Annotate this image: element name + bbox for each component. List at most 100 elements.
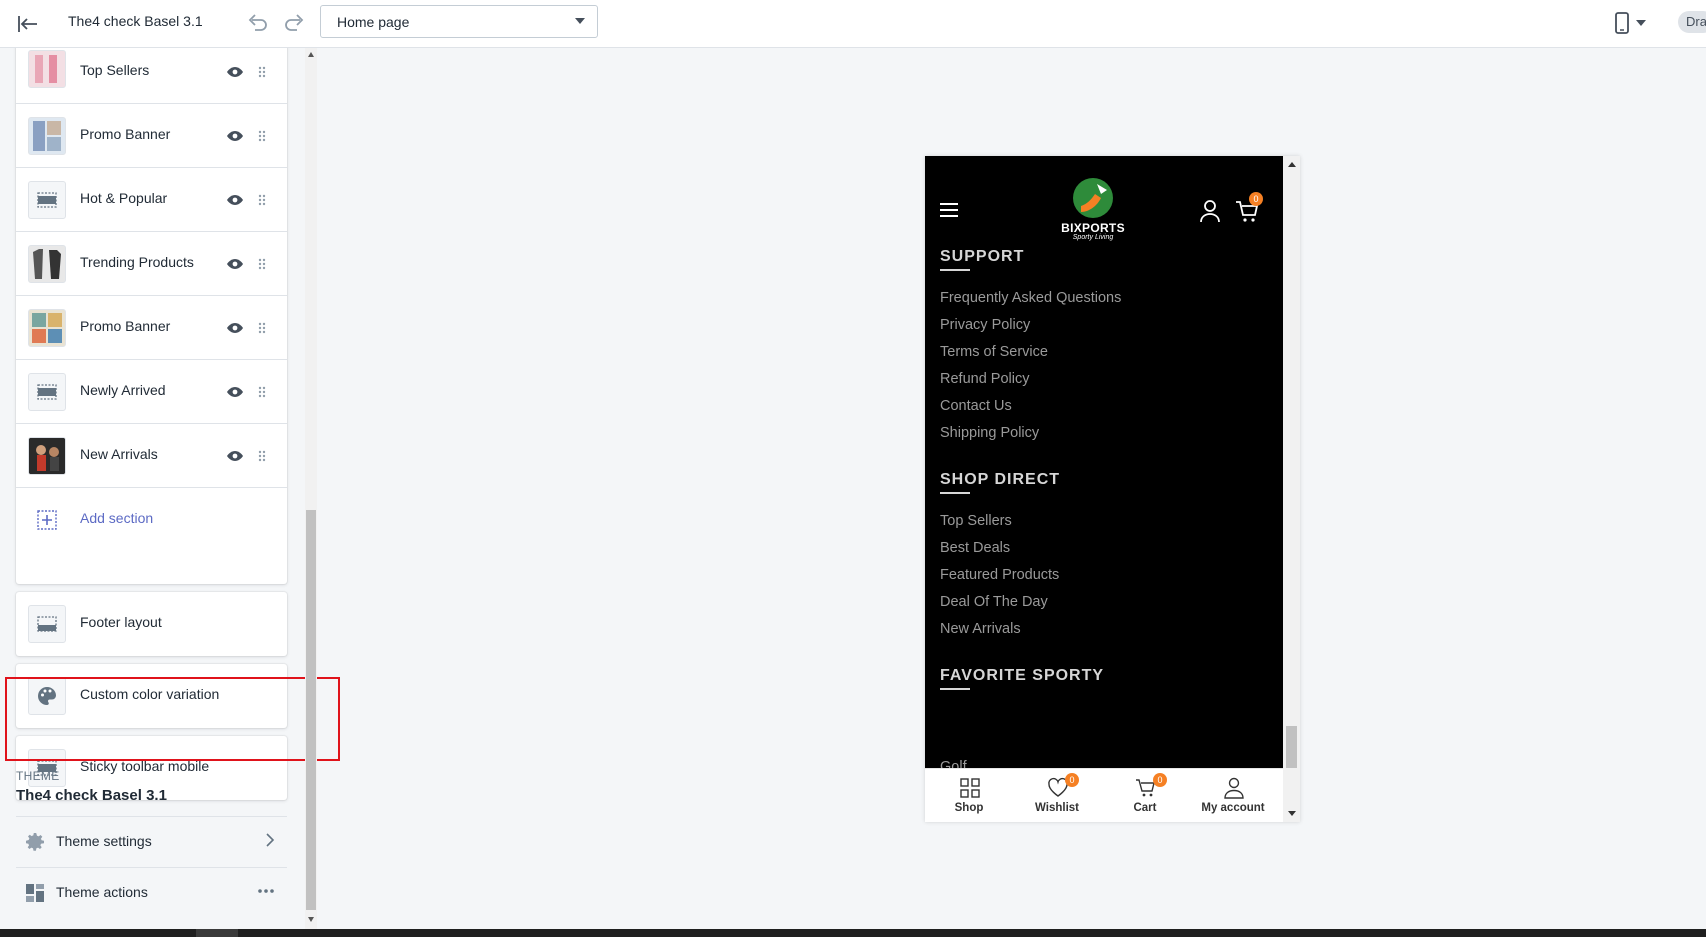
section-thumbnail [28, 309, 66, 347]
toolbar-shop[interactable]: Shop [925, 769, 1013, 822]
eye-icon[interactable] [226, 450, 244, 462]
add-section-button[interactable]: Add section [16, 488, 287, 552]
heading-underline [940, 269, 970, 271]
redo-icon [285, 14, 304, 31]
drag-handle-icon[interactable] [258, 130, 266, 142]
os-taskbar [0, 929, 1706, 937]
eye-icon[interactable] [226, 322, 244, 334]
hamburger-menu-icon[interactable] [940, 203, 958, 217]
scroll-down-arrow-icon[interactable] [1288, 811, 1296, 816]
device-toggle-button[interactable] [1614, 9, 1658, 37]
preview-scrollbar-thumb[interactable] [1286, 726, 1297, 768]
brand-logo[interactable]: BIXPORTS Sporty Living [1053, 176, 1133, 246]
section-label: Newly Arrived [80, 382, 166, 398]
theme-settings-label: Theme settings [56, 833, 152, 849]
theme-settings-link[interactable]: Theme settings [16, 816, 287, 866]
highlight-annotation [5, 677, 340, 761]
eye-icon[interactable] [226, 194, 244, 206]
grid-icon [960, 778, 980, 798]
drag-handle-icon[interactable] [258, 322, 266, 334]
footer-layout-row[interactable]: Footer layout [16, 592, 287, 656]
user-icon [1224, 777, 1244, 799]
scroll-down-arrow-icon[interactable] [308, 917, 314, 922]
footer-link[interactable]: Featured Products [940, 567, 1059, 583]
footer-link[interactable]: Frequently Asked Questions [940, 290, 1121, 306]
section-row-hot-popular[interactable]: Hot & Popular [16, 168, 287, 232]
drag-handle-icon[interactable] [258, 194, 266, 206]
footer-link[interactable]: Contact Us [940, 398, 1012, 414]
redo-button[interactable] [280, 8, 308, 36]
gear-icon [26, 833, 44, 851]
footer-link[interactable]: Golf [940, 759, 967, 768]
section-label: Trending Products [80, 254, 194, 270]
section-thumbnail [28, 117, 66, 155]
top-bar: The4 check Basel 3.1 Home page Draft [0, 0, 1706, 48]
section-row-top-sellers[interactable]: Top Sellers [16, 48, 287, 104]
user-icon[interactable] [1199, 199, 1221, 223]
chevron-down-icon [1636, 20, 1646, 26]
layout-icon [28, 373, 66, 411]
footer-link[interactable]: Deal Of The Day [940, 594, 1048, 610]
drag-handle-icon[interactable] [258, 386, 266, 398]
footer-link[interactable]: New Arrivals [940, 621, 1021, 637]
page-select[interactable]: Home page [320, 5, 598, 38]
section-label: Hot & Popular [80, 190, 168, 206]
toolbar-cart[interactable]: 0 Cart [1101, 769, 1189, 822]
sidebar: Top Sellers Promo Banner Hot & Popular T… [0, 48, 300, 929]
preview-scrollbar[interactable] [1283, 156, 1300, 822]
more-horizontal-icon[interactable] [257, 884, 275, 898]
sticky-mobile-toolbar: Shop 0 Wishlist 0 Cart My account [925, 768, 1283, 822]
section-thumbnail [28, 245, 66, 283]
section-row-trending-products[interactable]: Trending Products [16, 232, 287, 296]
footer-heading: SHOP DIRECT [940, 471, 1061, 488]
section-label: Promo Banner [80, 318, 171, 334]
toolbar-label: My account [1201, 802, 1265, 814]
footer-link[interactable]: Privacy Policy [940, 317, 1030, 333]
theme-actions-link[interactable]: Theme actions [16, 867, 287, 917]
taskbar-tab[interactable] [196, 929, 238, 937]
logo-mark-icon [1073, 178, 1113, 218]
section-row-promo-banner-2[interactable]: Promo Banner [16, 296, 287, 360]
toolbar-wishlist[interactable]: 0 Wishlist [1013, 769, 1101, 822]
sidebar-scrollbar-thumb[interactable] [306, 510, 316, 910]
section-label: Top Sellers [80, 62, 150, 78]
footer-link[interactable]: Top Sellers [940, 513, 1012, 529]
heading-underline [940, 688, 970, 690]
exit-icon [18, 16, 37, 32]
eye-icon[interactable] [226, 386, 244, 398]
scroll-up-arrow-icon[interactable] [308, 52, 314, 57]
scroll-up-arrow-icon[interactable] [1288, 162, 1296, 167]
undo-icon [248, 14, 267, 31]
section-label: Promo Banner [80, 126, 171, 142]
theme-name: The4 check Basel 3.1 [16, 787, 167, 804]
footer-link[interactable]: Shipping Policy [940, 425, 1039, 441]
footer-heading: SUPPORT [940, 248, 1025, 265]
footer-link[interactable]: Terms of Service [940, 344, 1048, 360]
toolbar-account[interactable]: My account [1189, 769, 1277, 822]
heading-underline [940, 492, 970, 494]
brand-name: BIXPORTS [1061, 221, 1125, 235]
layout-icon [28, 181, 66, 219]
eye-icon[interactable] [226, 258, 244, 270]
section-thumbnail [28, 437, 66, 475]
cart-count-badge: 0 [1153, 773, 1167, 787]
footer-link[interactable]: Refund Policy [940, 371, 1029, 387]
drag-handle-icon[interactable] [258, 450, 266, 462]
chevron-down-icon [575, 18, 585, 24]
eye-icon[interactable] [226, 130, 244, 142]
exit-button[interactable] [14, 10, 42, 38]
undo-button[interactable] [244, 8, 272, 36]
footer-link[interactable]: Best Deals [940, 540, 1010, 556]
eye-icon[interactable] [226, 66, 244, 78]
cart-count-badge: 0 [1249, 192, 1263, 206]
toolbar-label: Wishlist [1035, 802, 1079, 814]
footer-layout-card[interactable]: Footer layout [16, 592, 287, 656]
section-label: Footer layout [80, 614, 162, 630]
section-row-new-arrivals[interactable]: New Arrivals [16, 424, 287, 488]
drag-handle-icon[interactable] [258, 66, 266, 78]
section-row-promo-banner[interactable]: Promo Banner [16, 104, 287, 168]
preview-screen: BIXPORTS Sporty Living 0 SUPPORT Frequen… [925, 156, 1283, 768]
drag-handle-icon[interactable] [258, 258, 266, 270]
section-row-newly-arrived[interactable]: Newly Arrived [16, 360, 287, 424]
toolbar-label: Shop [954, 802, 984, 814]
